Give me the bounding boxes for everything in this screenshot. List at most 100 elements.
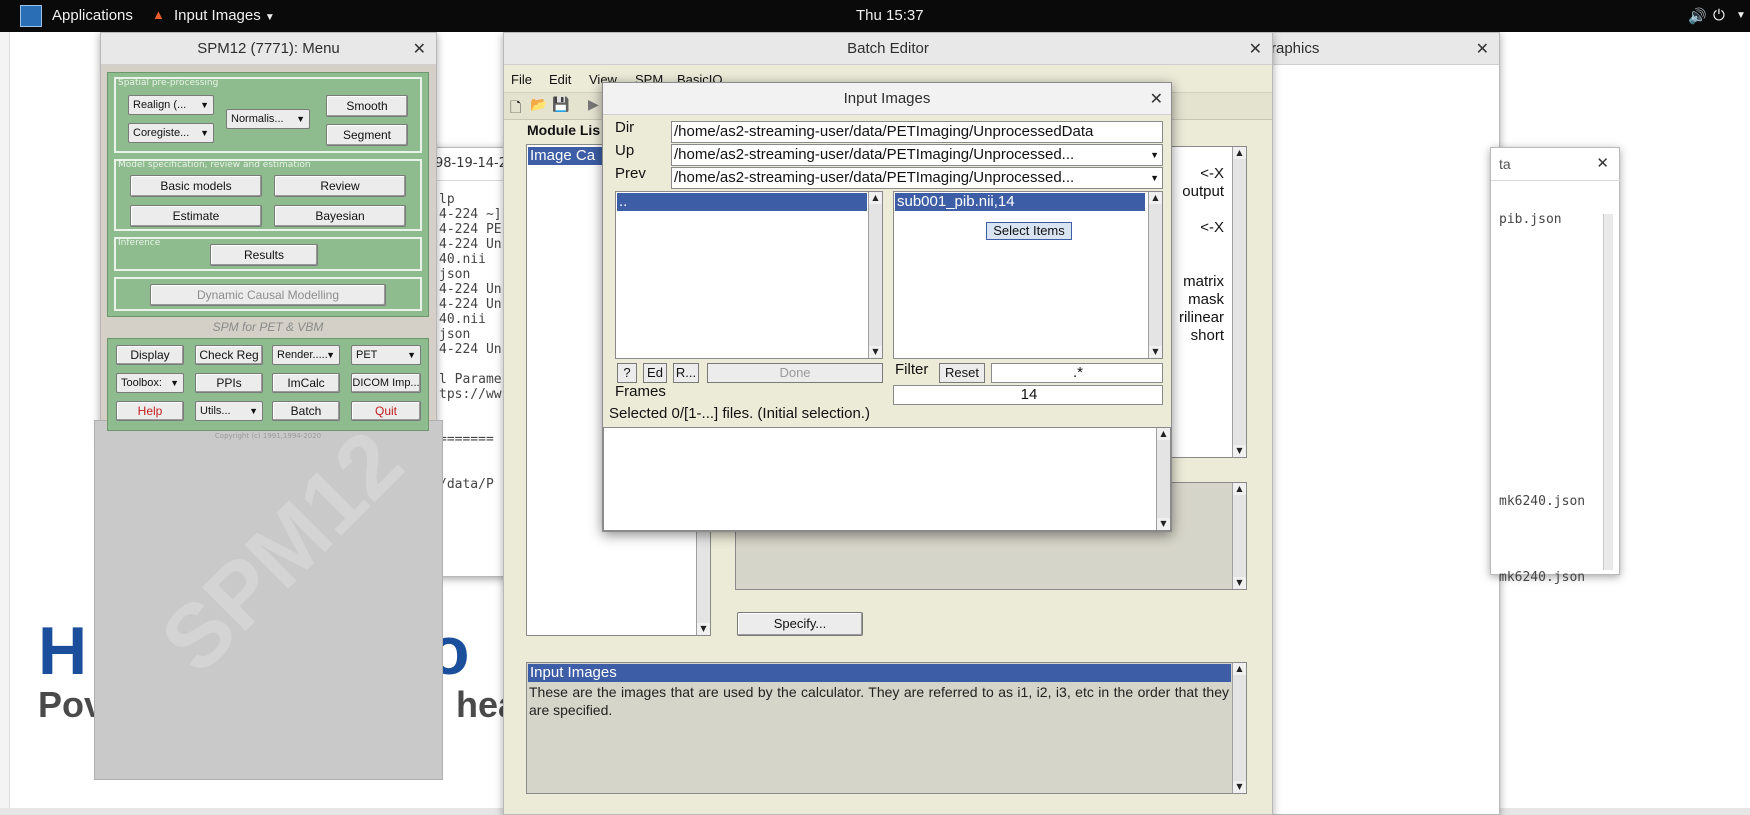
spm-main-panel: Spatial pre-processing Realign (... ▼ Cor… bbox=[107, 72, 429, 317]
chevron-down-icon: ▼ bbox=[200, 100, 209, 110]
matlab-icon: ▲ bbox=[152, 7, 165, 22]
help-scrollbar[interactable]: ▲ ▼ bbox=[1232, 663, 1246, 793]
close-icon[interactable]: ✕ bbox=[1596, 154, 1609, 172]
render-select[interactable]: Render..... ▼ bbox=[272, 345, 340, 365]
scroll-down-icon[interactable]: ▼ bbox=[1157, 518, 1170, 530]
close-icon[interactable]: ✕ bbox=[413, 33, 426, 65]
dicom-import-button[interactable]: DICOM Imp... bbox=[351, 373, 421, 393]
select-items-button[interactable]: Select Items bbox=[986, 222, 1072, 240]
check-reg-button[interactable]: Check Reg bbox=[195, 345, 263, 365]
recursive-button[interactable]: R... bbox=[673, 363, 699, 383]
scroll-up-icon[interactable]: ▲ bbox=[1233, 147, 1246, 159]
menu-file[interactable]: File bbox=[511, 72, 532, 87]
reset-button[interactable]: Reset bbox=[939, 363, 985, 383]
scroll-down-icon[interactable]: ▼ bbox=[1149, 346, 1162, 358]
power-icon[interactable]: ⏻ bbox=[1713, 7, 1725, 24]
prev-label: Prev bbox=[615, 165, 646, 182]
open-folder-icon[interactable]: 📂 bbox=[530, 97, 547, 113]
help-question-button[interactable]: ? bbox=[617, 363, 637, 383]
scroll-down-icon[interactable]: ▼ bbox=[1233, 445, 1246, 457]
realign-select[interactable]: Realign (... ▼ bbox=[128, 95, 214, 115]
scroll-down-icon[interactable]: ▼ bbox=[1233, 781, 1246, 793]
app-menu-label: Input Images bbox=[174, 7, 261, 24]
specify-button[interactable]: Specify... bbox=[737, 612, 863, 636]
top-bar: Applications ▲ Input Images ▼ Thu 15:37 … bbox=[0, 0, 1750, 32]
toolbox-label: Toolbox: bbox=[121, 377, 162, 389]
utils-label: Utils... bbox=[200, 405, 231, 417]
chevron-down-icon: ▼ bbox=[170, 378, 179, 388]
scroll-down-icon[interactable]: ▼ bbox=[697, 623, 710, 635]
modality-select[interactable]: PET ▼ bbox=[351, 345, 421, 365]
utils-select[interactable]: Utils... ▼ bbox=[195, 401, 263, 421]
scroll-down-icon[interactable]: ▼ bbox=[1233, 577, 1246, 589]
chevron-down-icon: ▼ bbox=[407, 350, 416, 360]
selected-scrollbar[interactable]: ▲ ▼ bbox=[1156, 428, 1170, 530]
value-line: short bbox=[1190, 327, 1224, 344]
input-images-dialog[interactable]: Input Images ✕ Dir /home/as2-streaming-u… bbox=[602, 82, 1172, 532]
dcm-button[interactable]: Dynamic Causal Modelling bbox=[150, 284, 386, 306]
close-icon[interactable]: ✕ bbox=[1150, 83, 1163, 115]
coregister-select[interactable]: Coregiste... ▼ bbox=[128, 123, 214, 143]
graphics-title: raphics bbox=[1271, 40, 1320, 57]
close-icon[interactable]: ✕ bbox=[1249, 33, 1262, 65]
detail-scrollbar[interactable]: ▲ ▼ bbox=[1232, 483, 1246, 589]
activities-icon[interactable] bbox=[20, 5, 42, 27]
directory-list-item[interactable]: .. bbox=[617, 193, 867, 211]
file-scrollbar[interactable]: ▲ ▼ bbox=[1148, 192, 1162, 358]
dialog-titlebar: Input Images bbox=[603, 83, 1171, 115]
chevron-down-icon: ▼ bbox=[1148, 168, 1159, 188]
estimate-button[interactable]: Estimate bbox=[130, 205, 262, 227]
help-box: Input Images These are the images that a… bbox=[526, 662, 1247, 794]
imcalc-button[interactable]: ImCalc bbox=[272, 373, 340, 393]
filter-input[interactable]: .* bbox=[991, 363, 1163, 383]
volume-icon[interactable]: 🔊 bbox=[1688, 7, 1707, 25]
scroll-down-icon[interactable]: ▼ bbox=[869, 346, 882, 358]
batch-button[interactable]: Batch bbox=[272, 401, 340, 421]
display-button[interactable]: Display bbox=[116, 345, 184, 365]
help-button[interactable]: Help bbox=[116, 401, 184, 421]
scroll-up-icon[interactable]: ▲ bbox=[869, 192, 882, 204]
directory-list[interactable]: .. ▲ ▼ bbox=[615, 191, 883, 359]
close-icon[interactable]: ✕ bbox=[1476, 33, 1489, 65]
review-button[interactable]: Review bbox=[274, 175, 406, 197]
run-icon[interactable]: ▶ bbox=[588, 97, 599, 113]
segment-button[interactable]: Segment bbox=[326, 124, 408, 146]
toolbox-select[interactable]: Toolbox: ▼ bbox=[116, 373, 184, 393]
prev-value: /home/as2-streaming-user/data/PETImaging… bbox=[674, 169, 1075, 186]
results-button[interactable]: Results bbox=[210, 244, 318, 266]
quit-button[interactable]: Quit bbox=[351, 401, 421, 421]
file-list-window[interactable]: ta ✕ pib.json mk6240.json mk6240.json bbox=[1490, 147, 1621, 585]
edit-button[interactable]: Ed bbox=[643, 363, 667, 383]
values-scrollbar[interactable]: ▲ ▼ bbox=[1232, 147, 1246, 457]
module-list-label: Module Lis bbox=[527, 122, 601, 138]
ppis-button[interactable]: PPIs bbox=[195, 373, 263, 393]
scroll-up-icon[interactable]: ▲ bbox=[1149, 192, 1162, 204]
frames-input[interactable]: 14 bbox=[893, 385, 1163, 405]
dir-field[interactable]: /home/as2-streaming-user/data/PETImaging… bbox=[671, 121, 1163, 143]
app-menu[interactable]: Input Images ▼ bbox=[174, 7, 275, 24]
clock[interactable]: Thu 15:37 bbox=[856, 7, 924, 24]
new-file-icon[interactable]: 🗋 bbox=[510, 97, 521, 121]
scroll-up-icon[interactable]: ▲ bbox=[1157, 428, 1170, 440]
menu-edit[interactable]: Edit bbox=[549, 72, 571, 87]
smooth-button[interactable]: Smooth bbox=[326, 95, 408, 117]
bayesian-button[interactable]: Bayesian bbox=[274, 205, 406, 227]
applications-menu[interactable]: Applications bbox=[52, 7, 133, 24]
normalise-select[interactable]: Normalis... ▼ bbox=[226, 109, 310, 129]
directory-scrollbar[interactable]: ▲ ▼ bbox=[868, 192, 882, 358]
prev-select[interactable]: /home/as2-streaming-user/data/PETImaging… bbox=[671, 167, 1163, 189]
scroll-up-icon[interactable]: ▲ bbox=[1233, 483, 1246, 495]
done-button[interactable]: Done bbox=[707, 363, 883, 383]
file-window-scrollbar[interactable] bbox=[1603, 214, 1613, 570]
chevron-down-icon: ▼ bbox=[249, 406, 258, 416]
scroll-up-icon[interactable]: ▲ bbox=[1233, 663, 1246, 675]
spm-tools-panel: Display Check Reg Render..... ▼ PET ▼ Tool… bbox=[107, 338, 429, 431]
save-icon[interactable]: 💾 bbox=[552, 97, 569, 113]
file-list-item[interactable]: sub001_pib.nii,14 bbox=[895, 193, 1145, 211]
basic-models-button[interactable]: Basic models bbox=[130, 175, 262, 197]
file-list[interactable]: sub001_pib.nii,14 Select Items ▲ ▼ bbox=[893, 191, 1163, 359]
up-select[interactable]: /home/as2-streaming-user/data/PETImaging… bbox=[671, 144, 1163, 166]
chevron-down-icon: ▼ bbox=[326, 350, 335, 360]
selected-files-list[interactable]: ▲ ▼ bbox=[603, 427, 1171, 531]
chevron-down-icon[interactable]: ▼ bbox=[1736, 10, 1746, 21]
